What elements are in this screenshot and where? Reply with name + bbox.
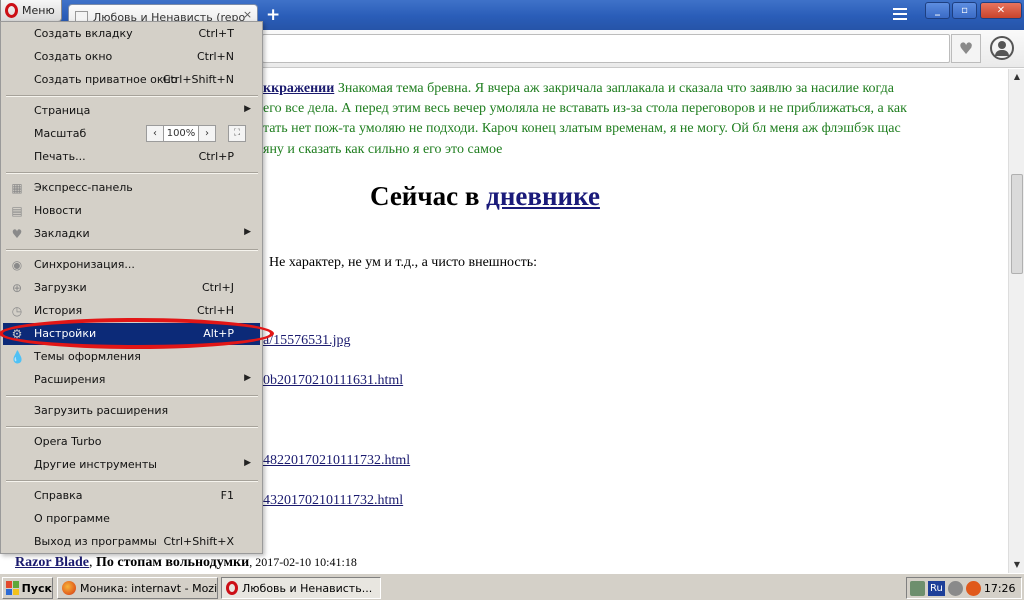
menu-separator	[6, 426, 258, 428]
menu-button-label: Меню	[22, 4, 55, 17]
taskbar-item-opera[interactable]: Любовь и Ненависть...	[221, 577, 381, 599]
menu-item-new-tab[interactable]: Создать вкладку Ctrl+T	[3, 23, 260, 45]
footer-post-title[interactable]: По стопам вольнодумки	[96, 555, 249, 570]
menu-item-speed-dial[interactable]: ▦ Экспресс-панель	[3, 177, 260, 199]
footer-author-link[interactable]: Razor Blade	[15, 555, 89, 570]
opera-menu-button[interactable]: Меню	[0, 0, 62, 22]
start-button[interactable]: Пуск	[2, 577, 53, 599]
menu-item-page[interactable]: Страница ▶	[3, 100, 260, 122]
footer-date: , 2017-02-10 10:41:18	[249, 555, 357, 569]
menu-item-zoom: Масштаб	[34, 127, 87, 140]
taskbar-item-firefox[interactable]: Моника: internavt - Mozi...	[57, 577, 218, 599]
fullscreen-icon[interactable]: ⛶	[228, 125, 246, 142]
volume-icon[interactable]	[947, 580, 963, 596]
diary-link[interactable]: дневнике	[486, 181, 600, 211]
menu-item-settings[interactable]: ⚙ Настройки Alt+P	[3, 323, 260, 345]
chevron-right-icon: ▶	[244, 458, 251, 468]
menu-separator	[6, 172, 258, 174]
menu-item-new-private[interactable]: Создать приватное окно Ctrl+Shift+N	[3, 69, 260, 91]
menu-item-downloads[interactable]: ⊕ Загрузки Ctrl+J	[3, 277, 260, 299]
news-icon: ▤	[11, 204, 23, 218]
heart-icon: ♥	[11, 227, 23, 241]
language-indicator[interactable]: Ru	[928, 580, 945, 596]
menu-item-new-window[interactable]: Создать окно Ctrl+N	[3, 46, 260, 68]
comment-author-link[interactable]: ккражении	[263, 81, 334, 96]
comment-line-2: его все дела. А перед этим весь вечер ум…	[263, 101, 907, 116]
sync-icon: ◉	[11, 258, 23, 272]
new-tab-button[interactable]: +	[266, 5, 280, 25]
firefox-tray-icon[interactable]	[965, 580, 981, 596]
scroll-down-icon[interactable]: ▼	[1009, 557, 1024, 573]
gear-icon: ⚙	[11, 327, 23, 341]
post-link-3[interactable]: 4320170210111732.html	[263, 493, 403, 509]
close-window-button[interactable]: ✕	[980, 2, 1022, 19]
windows-logo-icon	[6, 581, 19, 595]
menu-item-other-tools[interactable]: Другие инструменты ▶	[3, 454, 260, 476]
zoom-out-button[interactable]: ‹	[146, 125, 164, 142]
menu-item-opera-turbo[interactable]: Opera Turbo	[3, 431, 260, 453]
menu-separator	[6, 249, 258, 251]
opera-logo-icon	[226, 581, 238, 595]
menu-item-history[interactable]: ◷ История Ctrl+H	[3, 300, 260, 322]
url-input[interactable]	[262, 34, 950, 63]
vertical-scrollbar[interactable]: ▲ ▼	[1008, 69, 1024, 573]
chevron-right-icon: ▶	[244, 373, 251, 383]
menu-item-sync[interactable]: ◉ Синхронизация...	[3, 254, 260, 276]
scroll-thumb[interactable]	[1011, 174, 1023, 274]
chevron-right-icon: ▶	[244, 227, 251, 237]
zoom-control: ‹ 100% ›	[146, 125, 216, 142]
comment-line-4: яну и сказать как сильно я его это самое	[263, 142, 503, 157]
menu-item-themes[interactable]: 💧 Темы оформления	[3, 346, 260, 368]
minimize-button[interactable]: _	[925, 2, 950, 19]
opera-main-menu: Создать вкладку Ctrl+T Создать окно Ctrl…	[0, 21, 274, 554]
menu-separator	[6, 395, 258, 397]
menu-item-news[interactable]: ▤ Новости	[3, 200, 260, 222]
image-link[interactable]: a/15576531.jpg	[263, 333, 351, 349]
maximize-button[interactable]: ▫	[952, 2, 977, 19]
chevron-right-icon: ▶	[244, 104, 251, 114]
network-icon[interactable]	[910, 580, 925, 596]
comment-line-3: тать нет пож-та умоляю не подходи. Кароч…	[263, 121, 901, 136]
system-tray: Ru 17:26	[906, 577, 1022, 599]
menu-item-print[interactable]: Печать... Ctrl+P	[3, 146, 260, 168]
diary-heading: Сейчас в дневнике	[370, 181, 600, 211]
clock: 17:26	[983, 581, 1016, 595]
heart-icon[interactable]: ♥	[951, 34, 981, 63]
menu-separator	[6, 95, 258, 97]
menu-item-exit[interactable]: Выход из программы Ctrl+Shift+X	[3, 531, 260, 553]
menu-item-about[interactable]: О программе	[3, 508, 260, 530]
post-link-1[interactable]: 0b20170210111631.html	[263, 373, 403, 389]
menu-item-help[interactable]: Справка F1	[3, 485, 260, 507]
clock-icon: ◷	[11, 304, 23, 318]
grid-icon: ▦	[11, 181, 23, 195]
download-icon: ⊕	[11, 281, 23, 295]
post-text: Не характер, не ум и т.д., а чисто внешн…	[269, 255, 538, 270]
menu-separator	[6, 480, 258, 482]
post-link-2[interactable]: 48220170210111732.html	[263, 453, 410, 469]
scroll-up-icon[interactable]: ▲	[1009, 69, 1024, 85]
comment-line-1: ккражении Знакомая тема бревна. Я вчера …	[263, 81, 894, 96]
account-icon[interactable]	[990, 36, 1014, 60]
tab-menu-icon[interactable]	[893, 8, 907, 22]
firefox-icon	[62, 581, 76, 595]
post-footer: Razor Blade, По стопам вольнодумки, 2017…	[15, 555, 357, 570]
menu-item-bookmarks[interactable]: ♥ Закладки ▶	[3, 223, 260, 245]
menu-item-get-extensions[interactable]: Загрузить расширения	[3, 400, 260, 422]
menu-item-extensions[interactable]: Расширения ▶	[3, 369, 260, 391]
tab-close-icon[interactable]: ×	[241, 8, 254, 21]
zoom-in-button[interactable]: ›	[198, 125, 216, 142]
taskbar: Пуск Моника: internavt - Mozi... Любовь …	[0, 573, 1024, 600]
drop-icon: 💧	[10, 350, 25, 364]
opera-logo-icon	[5, 3, 18, 18]
zoom-value: 100%	[164, 125, 198, 142]
